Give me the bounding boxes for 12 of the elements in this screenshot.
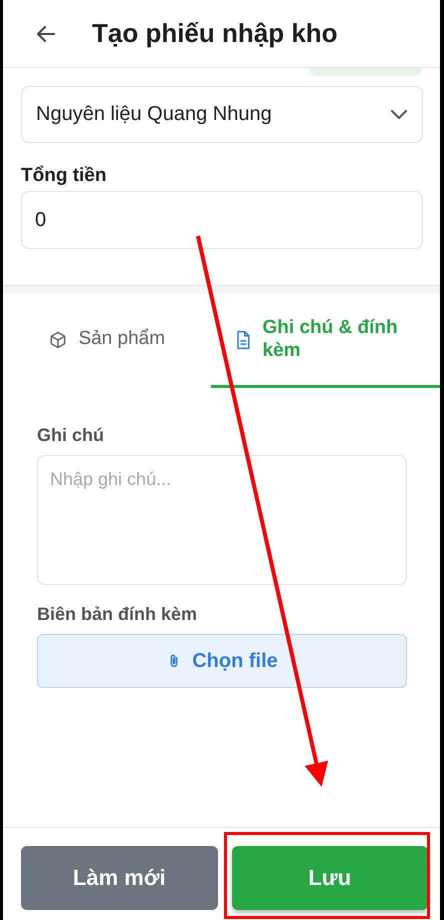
field-label: Tổng tiền: [21, 165, 108, 187]
page-title: Tạo phiếu nhập kho: [92, 18, 338, 49]
chevron-down-icon: [391, 110, 407, 119]
choose-file-button[interactable]: Chọn file: [37, 634, 407, 688]
notes-textarea[interactable]: Nhập ghi chú...: [37, 455, 407, 585]
field-label: Ghi chú: [37, 425, 105, 446]
cube-icon: [48, 330, 68, 350]
reset-button[interactable]: Làm mới: [21, 846, 218, 910]
save-button[interactable]: Lưu: [232, 846, 428, 910]
total-input[interactable]: 0: [21, 191, 423, 249]
supplier-select[interactable]: Nguyên liệu Quang Nhung: [21, 86, 423, 143]
field-label: Biên bản đính kèm: [37, 604, 198, 625]
